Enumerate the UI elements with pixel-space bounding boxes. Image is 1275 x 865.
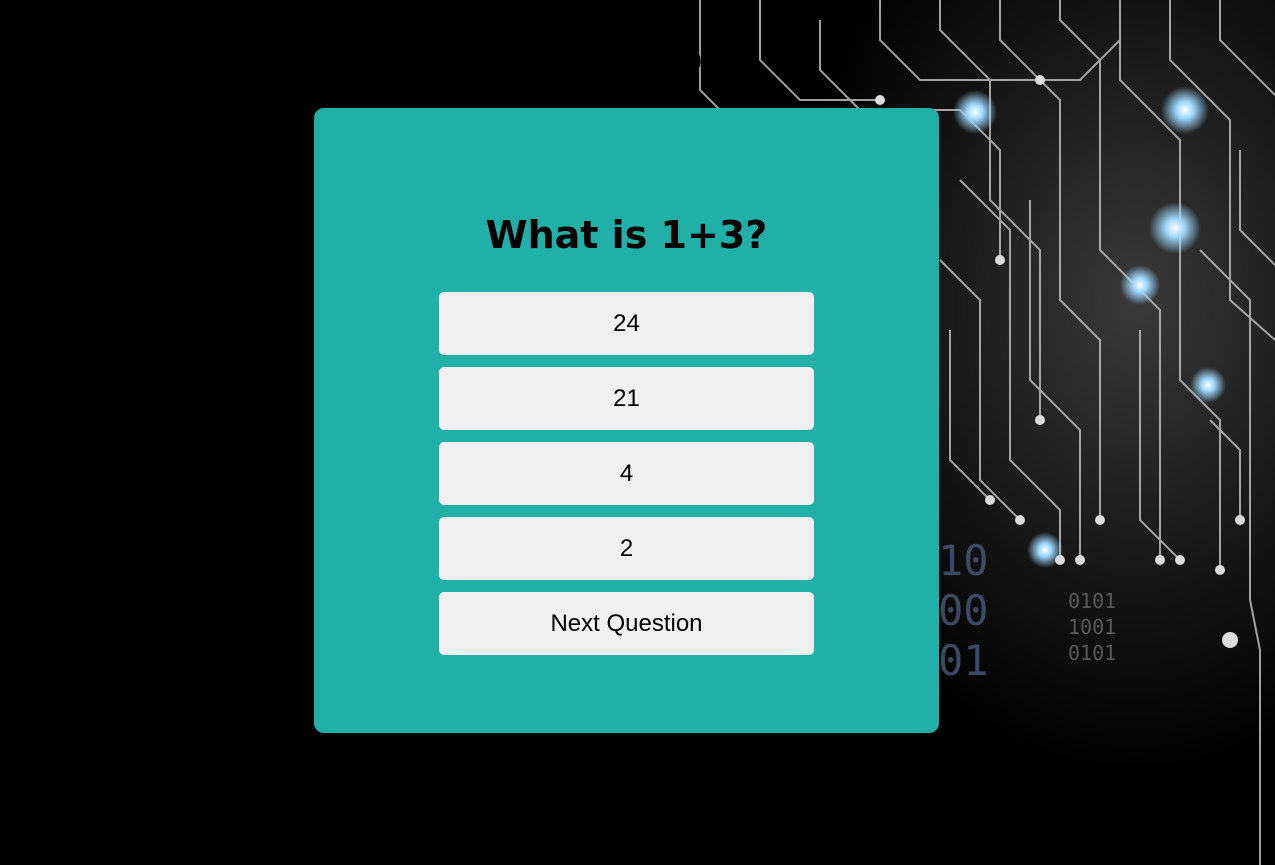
answer-button[interactable]: 2: [439, 517, 814, 580]
svg-text:1001: 1001: [1068, 615, 1116, 639]
page-title: Quiz App: [546, 39, 729, 80]
question-text: What is 1+3?: [485, 213, 768, 257]
svg-text:0101: 0101: [1068, 589, 1116, 613]
answer-button[interactable]: 21: [439, 367, 814, 430]
svg-text:00: 00: [938, 586, 989, 635]
svg-text:01: 01: [938, 636, 989, 685]
answer-button[interactable]: 24: [439, 292, 814, 355]
quiz-page: 10 00 01 0101 1001 0101 Quiz App What is…: [0, 0, 1275, 865]
svg-text:0101: 0101: [1068, 641, 1116, 665]
svg-text:10: 10: [938, 536, 989, 585]
answer-list: 24 21 4 2 Next Question: [439, 292, 814, 667]
answer-button[interactable]: 4: [439, 442, 814, 505]
next-question-button[interactable]: Next Question: [439, 592, 814, 655]
